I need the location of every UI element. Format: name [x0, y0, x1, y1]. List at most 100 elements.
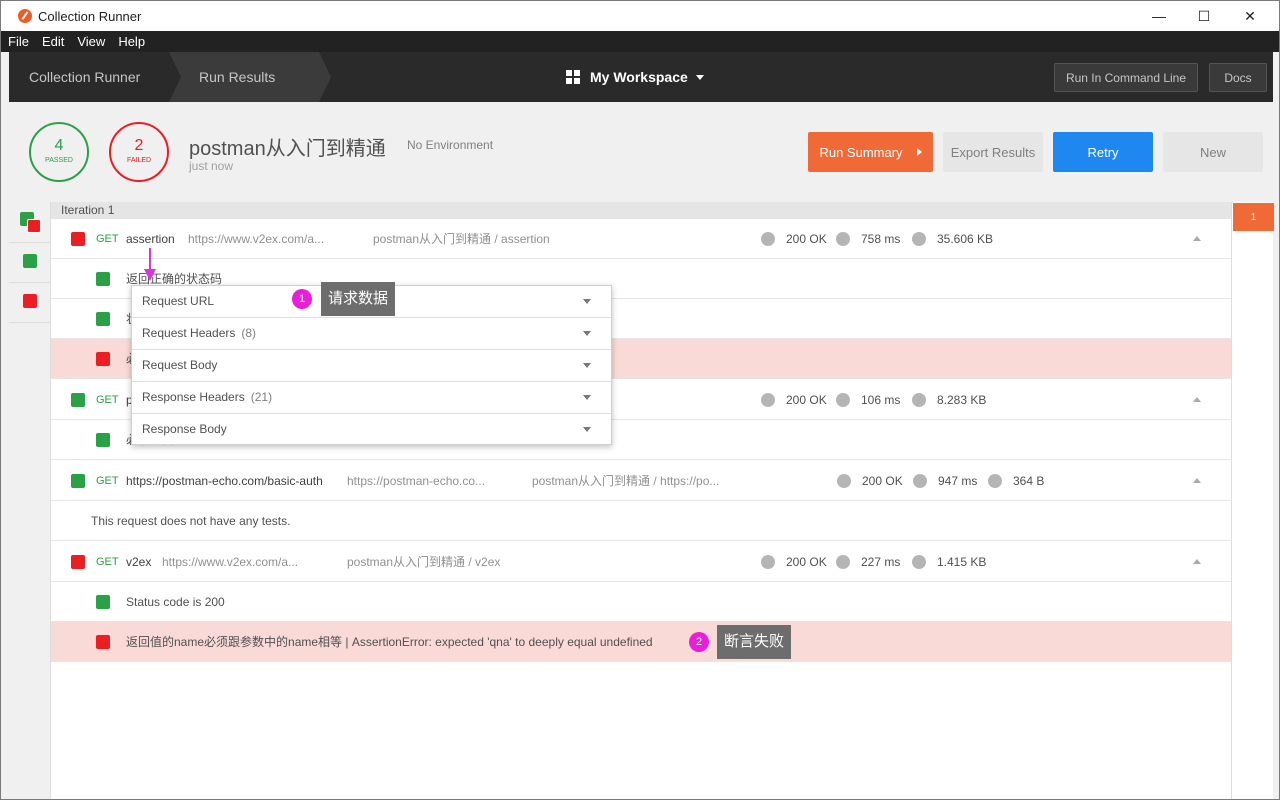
chevron-down-icon — [583, 299, 591, 304]
window-title: Collection Runner — [38, 8, 142, 24]
annotation-arrow-icon — [144, 269, 156, 281]
collection-runner-window: Collection Runner — ☐ ✕ File Edit View H… — [0, 0, 1280, 800]
request-url: https://www.v2ex.com/a... — [162, 555, 299, 569]
item-label: Request Headers — [142, 326, 236, 340]
menu-help[interactable]: Help — [111, 34, 151, 49]
menu-view[interactable]: View — [70, 34, 111, 49]
chevron-down-icon — [695, 74, 704, 80]
iteration-label: Iteration 1 — [51, 202, 1231, 219]
request-url: https://www.v2ex.com/a... — [188, 232, 325, 246]
test-row-failed: 返回值的name必须跟参数中的name相等 | AssertionError: … — [51, 622, 1231, 662]
iteration-nav: 1 — [1231, 202, 1274, 799]
test-failed-icon — [96, 635, 110, 649]
filter-passed-icon[interactable] — [23, 254, 37, 268]
new-button[interactable]: New — [1163, 132, 1263, 172]
response-status: 200 OK — [786, 393, 827, 407]
request-passed-icon — [71, 393, 85, 407]
collapse-icon[interactable] — [1193, 559, 1201, 564]
close-button[interactable]: ✕ — [1227, 1, 1273, 31]
failed-count: 2 — [134, 137, 144, 154]
response-time: 947 ms — [938, 474, 978, 488]
iteration-badge[interactable]: 1 — [1233, 203, 1274, 231]
response-body-item[interactable]: Response Body — [132, 414, 611, 446]
no-tests-row: This request does not have any tests. — [51, 501, 1231, 541]
request-path: postman从入门到精通 / v2ex — [347, 555, 501, 569]
passed-count-badge: 4 PASSED — [29, 122, 89, 182]
chevron-down-icon — [583, 395, 591, 400]
request-failed-icon — [71, 232, 85, 246]
response-size: 1.415 KB — [937, 555, 987, 569]
iteration-sidebar — [9, 202, 51, 799]
test-name: 返回值的name必须跟参数中的name相等 | AssertionError: … — [126, 635, 653, 649]
test-passed-icon — [96, 595, 110, 609]
run-summary-button[interactable]: Run Summary — [808, 132, 933, 172]
time-dot-icon — [913, 474, 927, 488]
postman-logo-icon — [18, 9, 32, 23]
response-size: 364 B — [1013, 474, 1045, 488]
time-dot-icon — [836, 393, 850, 407]
run-summary-header: 4 PASSED 2 FAILED postman从入门到精通 No Envir… — [9, 102, 1273, 202]
status-dot-icon — [761, 555, 775, 569]
response-status: 200 OK — [862, 474, 903, 488]
title-bar: Collection Runner — ☐ ✕ — [1, 1, 1279, 31]
annotation-label: 断言失败 — [717, 625, 792, 659]
breadcrumb-run-results[interactable]: Run Results — [169, 52, 331, 102]
request-method: GET — [96, 394, 119, 406]
item-count: (21) — [250, 390, 273, 404]
response-size: 8.283 KB — [937, 393, 987, 407]
annotation-label: 请求数据 — [321, 282, 396, 316]
run-summary-label: Run Summary — [819, 144, 903, 160]
item-label: Request Body — [142, 358, 218, 372]
response-time: 106 ms — [861, 393, 901, 407]
filter-failed-icon[interactable] — [23, 294, 37, 308]
response-size: 35.606 KB — [937, 232, 994, 246]
request-body-item[interactable]: Request Body — [132, 350, 611, 382]
response-time: 227 ms — [861, 555, 901, 569]
menu-file[interactable]: File — [1, 34, 35, 49]
size-dot-icon — [988, 474, 1002, 488]
collapse-icon[interactable] — [1193, 397, 1201, 402]
minimize-button[interactable]: — — [1136, 1, 1182, 31]
request-headers-item[interactable]: Request Headers (8) — [132, 318, 611, 350]
response-status: 200 OK — [786, 555, 827, 569]
item-count: (8) — [241, 326, 257, 340]
workspace-switcher[interactable]: My Workspace — [566, 52, 704, 102]
request-url: https://postman-echo.co... — [347, 474, 486, 488]
retry-button[interactable]: Retry — [1053, 132, 1153, 172]
test-failed-icon — [96, 352, 110, 366]
test-passed-icon — [96, 433, 110, 447]
size-dot-icon — [912, 393, 926, 407]
request-method: GET — [96, 475, 119, 487]
test-passed-icon — [96, 312, 110, 326]
docs-button[interactable]: Docs — [1209, 63, 1267, 92]
menu-edit[interactable]: Edit — [35, 34, 70, 49]
request-row[interactable]: GET v2ex https://www.v2ex.com/a... postm… — [51, 542, 1231, 582]
collapse-icon[interactable] — [1193, 236, 1201, 241]
menu-bar: File Edit View Help — [1, 31, 1279, 52]
failed-overlay-icon — [27, 219, 41, 233]
request-row[interactable]: GET https://postman-echo.com/basic-auth … — [51, 461, 1231, 501]
breadcrumb-collection-runner[interactable]: Collection Runner — [9, 52, 169, 102]
response-headers-item[interactable]: Response Headers (21) — [132, 382, 611, 414]
request-passed-icon — [71, 474, 85, 488]
failed-count-badge: 2 FAILED — [109, 122, 169, 182]
annotation-number: 2 — [689, 632, 709, 652]
request-path: postman从入门到精通 / https://po... — [532, 474, 720, 488]
time-dot-icon — [836, 555, 850, 569]
collapse-icon[interactable] — [1193, 478, 1201, 483]
passed-count: 4 — [54, 137, 64, 154]
request-name: https://postman-echo.com/basic-auth — [126, 474, 323, 488]
export-results-button[interactable]: Export Results — [943, 132, 1043, 172]
response-time: 758 ms — [861, 232, 901, 246]
request-path: postman从入门到精通 / assertion — [373, 232, 550, 246]
test-row: Status code is 200 — [51, 582, 1231, 622]
time-dot-icon — [836, 232, 850, 246]
item-label: Response Headers — [142, 390, 245, 404]
failed-label: FAILED — [126, 157, 152, 164]
request-row[interactable]: GET assertion https://www.v2ex.com/a... … — [51, 219, 1231, 259]
run-in-command-line-button[interactable]: Run In Command Line — [1054, 63, 1198, 92]
environment-label: No Environment — [407, 138, 494, 152]
maximize-button[interactable]: ☐ — [1181, 1, 1227, 31]
test-name: Status code is 200 — [126, 595, 225, 609]
status-dot-icon — [761, 232, 775, 246]
